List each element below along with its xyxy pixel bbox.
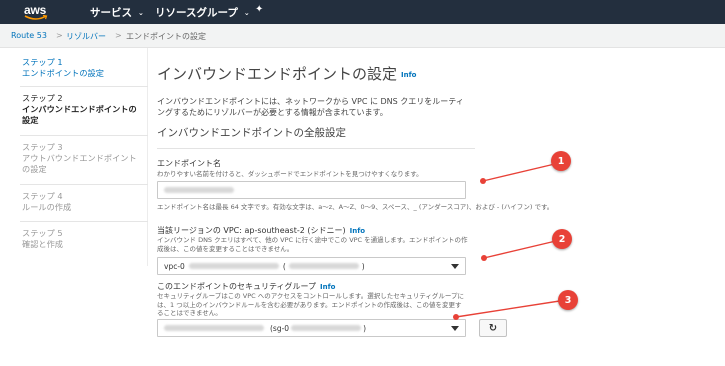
callout-badge-1: 1 <box>551 151 571 171</box>
callout-badge-2: 2 <box>552 229 572 249</box>
callout-line-1 <box>482 162 560 182</box>
callout-line-2 <box>483 239 561 259</box>
callout-anchor <box>453 314 459 320</box>
callout-anchor <box>481 255 487 261</box>
callout-anchor <box>480 178 486 184</box>
callout-badge-3: 3 <box>558 290 578 310</box>
callout-lines <box>455 162 567 318</box>
callout-line-3 <box>455 299 567 318</box>
